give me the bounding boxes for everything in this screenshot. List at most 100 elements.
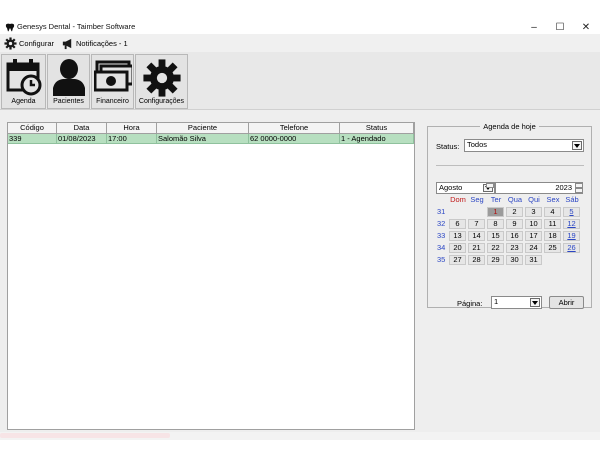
financeiro-label: Financeiro: [96, 98, 129, 105]
cell-telefone: 62 0000-0000: [249, 134, 340, 143]
appointments-table[interactable]: Código Data Hora Paciente Telefone Statu…: [7, 122, 415, 430]
column-header-telefone[interactable]: Telefone: [249, 123, 340, 133]
year-down-icon[interactable]: [575, 188, 583, 193]
calendar-day[interactable]: 14: [468, 231, 485, 241]
table-header: Código Data Hora Paciente Telefone Statu…: [8, 123, 414, 134]
abrir-button[interactable]: Abrir: [549, 296, 584, 309]
cell-status: 1 - Agendado: [340, 134, 414, 143]
cell-hora: 17:00: [107, 134, 157, 143]
cell-codigo: 339: [8, 134, 57, 143]
minimize-button[interactable]: –: [527, 20, 541, 34]
gear-icon: [4, 36, 17, 50]
calendar-day[interactable]: 31: [525, 255, 542, 265]
calendar-day[interactable]: 13: [449, 231, 466, 241]
toolbar: Agenda Pacientes Financeiro Configuraçõe…: [0, 52, 600, 110]
agenda-label: Agenda: [11, 98, 36, 105]
week-number: 35: [437, 255, 446, 264]
calendar-day[interactable]: 19: [563, 231, 580, 241]
panel-title: Agenda de hoje: [480, 122, 539, 131]
menu-bar: Configurar Notificações - 1: [0, 34, 600, 52]
month-select-value: Agosto: [439, 183, 463, 192]
status-select[interactable]: Todos: [464, 139, 584, 152]
calendar-day[interactable]: 9: [506, 219, 523, 229]
chevron-down-icon: [530, 298, 540, 307]
column-header-paciente[interactable]: Paciente: [157, 123, 249, 133]
week-number: 31: [437, 207, 446, 216]
calendar-day[interactable]: 22: [487, 243, 504, 253]
calendar-day[interactable]: 1: [487, 207, 504, 217]
calendar-day[interactable]: 5: [563, 207, 580, 217]
month-spin-up-icon[interactable]: [486, 183, 494, 188]
weekday-header: Qui: [528, 195, 540, 204]
status-label: Status:: [436, 142, 460, 151]
page-select[interactable]: 1: [491, 296, 542, 309]
agenda-button[interactable]: Agenda: [1, 54, 46, 109]
calendar-day[interactable]: 30: [506, 255, 523, 265]
weekday-header: Seg: [470, 195, 484, 204]
calendar-day[interactable]: 28: [468, 255, 485, 265]
title-bar: Genesys Dental - Taimber Software – ☐ ✕: [0, 0, 600, 34]
calendar-day[interactable]: 20: [449, 243, 466, 253]
calendar-day[interactable]: 7: [468, 219, 485, 229]
calendar-day[interactable]: 26: [563, 243, 580, 253]
weekday-header: Dom: [450, 195, 466, 204]
page-label: Página:: [457, 299, 483, 308]
cell-paciente: Salomão Silva: [157, 134, 249, 143]
calendar-day[interactable]: 4: [544, 207, 561, 217]
menu-configurar-label: Configurar: [19, 38, 55, 48]
close-button[interactable]: ✕: [579, 20, 593, 34]
calendar-day[interactable]: 11: [544, 219, 561, 229]
calendar-day[interactable]: 24: [525, 243, 542, 253]
calendar-day[interactable]: 18: [544, 231, 561, 241]
person-icon: [52, 59, 85, 96]
taskbar-highlight: [0, 433, 170, 438]
tooth-icon: [5, 23, 15, 32]
column-header-hora[interactable]: Hora: [107, 123, 157, 133]
calendar-day[interactable]: 15: [487, 231, 504, 241]
calendar-day[interactable]: 25: [544, 243, 561, 253]
calendar-day[interactable]: 21: [468, 243, 485, 253]
calendar-day[interactable]: 8: [487, 219, 504, 229]
configuracoes-label: Configurações: [138, 98, 185, 105]
calendar-day[interactable]: 23: [506, 243, 523, 253]
financeiro-button[interactable]: Financeiro: [91, 54, 134, 109]
status-strip: [0, 432, 600, 464]
week-number: 32: [437, 219, 446, 228]
calendar-day[interactable]: 16: [506, 231, 523, 241]
year-value: 2023: [555, 183, 572, 192]
column-header-codigo[interactable]: Código: [8, 123, 57, 133]
maximize-button[interactable]: ☐: [553, 20, 567, 34]
calendar-day[interactable]: 3: [525, 207, 542, 217]
calendar-day[interactable]: 2: [506, 207, 523, 217]
calendar-day[interactable]: 12: [563, 219, 580, 229]
page-select-value: 1: [494, 297, 499, 306]
configuracoes-button[interactable]: Configurações: [135, 54, 188, 109]
status-select-value: Todos: [467, 140, 488, 149]
week-number: 33: [437, 231, 446, 240]
agenda-hoje-panel: Agenda de hoje Status: Todos Agosto 2023…: [427, 122, 592, 309]
calendar-day[interactable]: 27: [449, 255, 466, 265]
column-header-data[interactable]: Data: [57, 123, 107, 133]
table-row[interactable]: 339 01/08/2023 17:00 Salomão Silva 62 00…: [8, 134, 414, 144]
menu-notificacoes[interactable]: Notificações - 1: [61, 36, 128, 50]
menu-notificacoes-label: Notificações - 1: [76, 38, 128, 48]
pacientes-button[interactable]: Pacientes: [47, 54, 90, 109]
calendar-day[interactable]: 6: [449, 219, 466, 229]
year-spinner[interactable]: 2023: [495, 182, 583, 194]
main-content: Código Data Hora Paciente Telefone Statu…: [0, 110, 600, 432]
week-number: 34: [437, 243, 446, 252]
window-title: Genesys Dental - Taimber Software: [17, 22, 136, 31]
settings-gear-icon: [142, 59, 181, 97]
money-icon: [93, 60, 132, 92]
cell-data: 01/08/2023: [57, 134, 107, 143]
calendar-day[interactable]: 29: [487, 255, 504, 265]
calendar-day[interactable]: 10: [525, 219, 542, 229]
weekday-header: Qua: [507, 195, 523, 204]
weekday-header: Sex: [546, 195, 560, 204]
column-header-status[interactable]: Status: [340, 123, 414, 133]
menu-configurar[interactable]: Configurar: [4, 36, 54, 50]
calendar-day[interactable]: 17: [525, 231, 542, 241]
chevron-down-icon: [572, 141, 582, 150]
separator: [436, 165, 584, 166]
calendar-clock-icon: [6, 59, 41, 96]
